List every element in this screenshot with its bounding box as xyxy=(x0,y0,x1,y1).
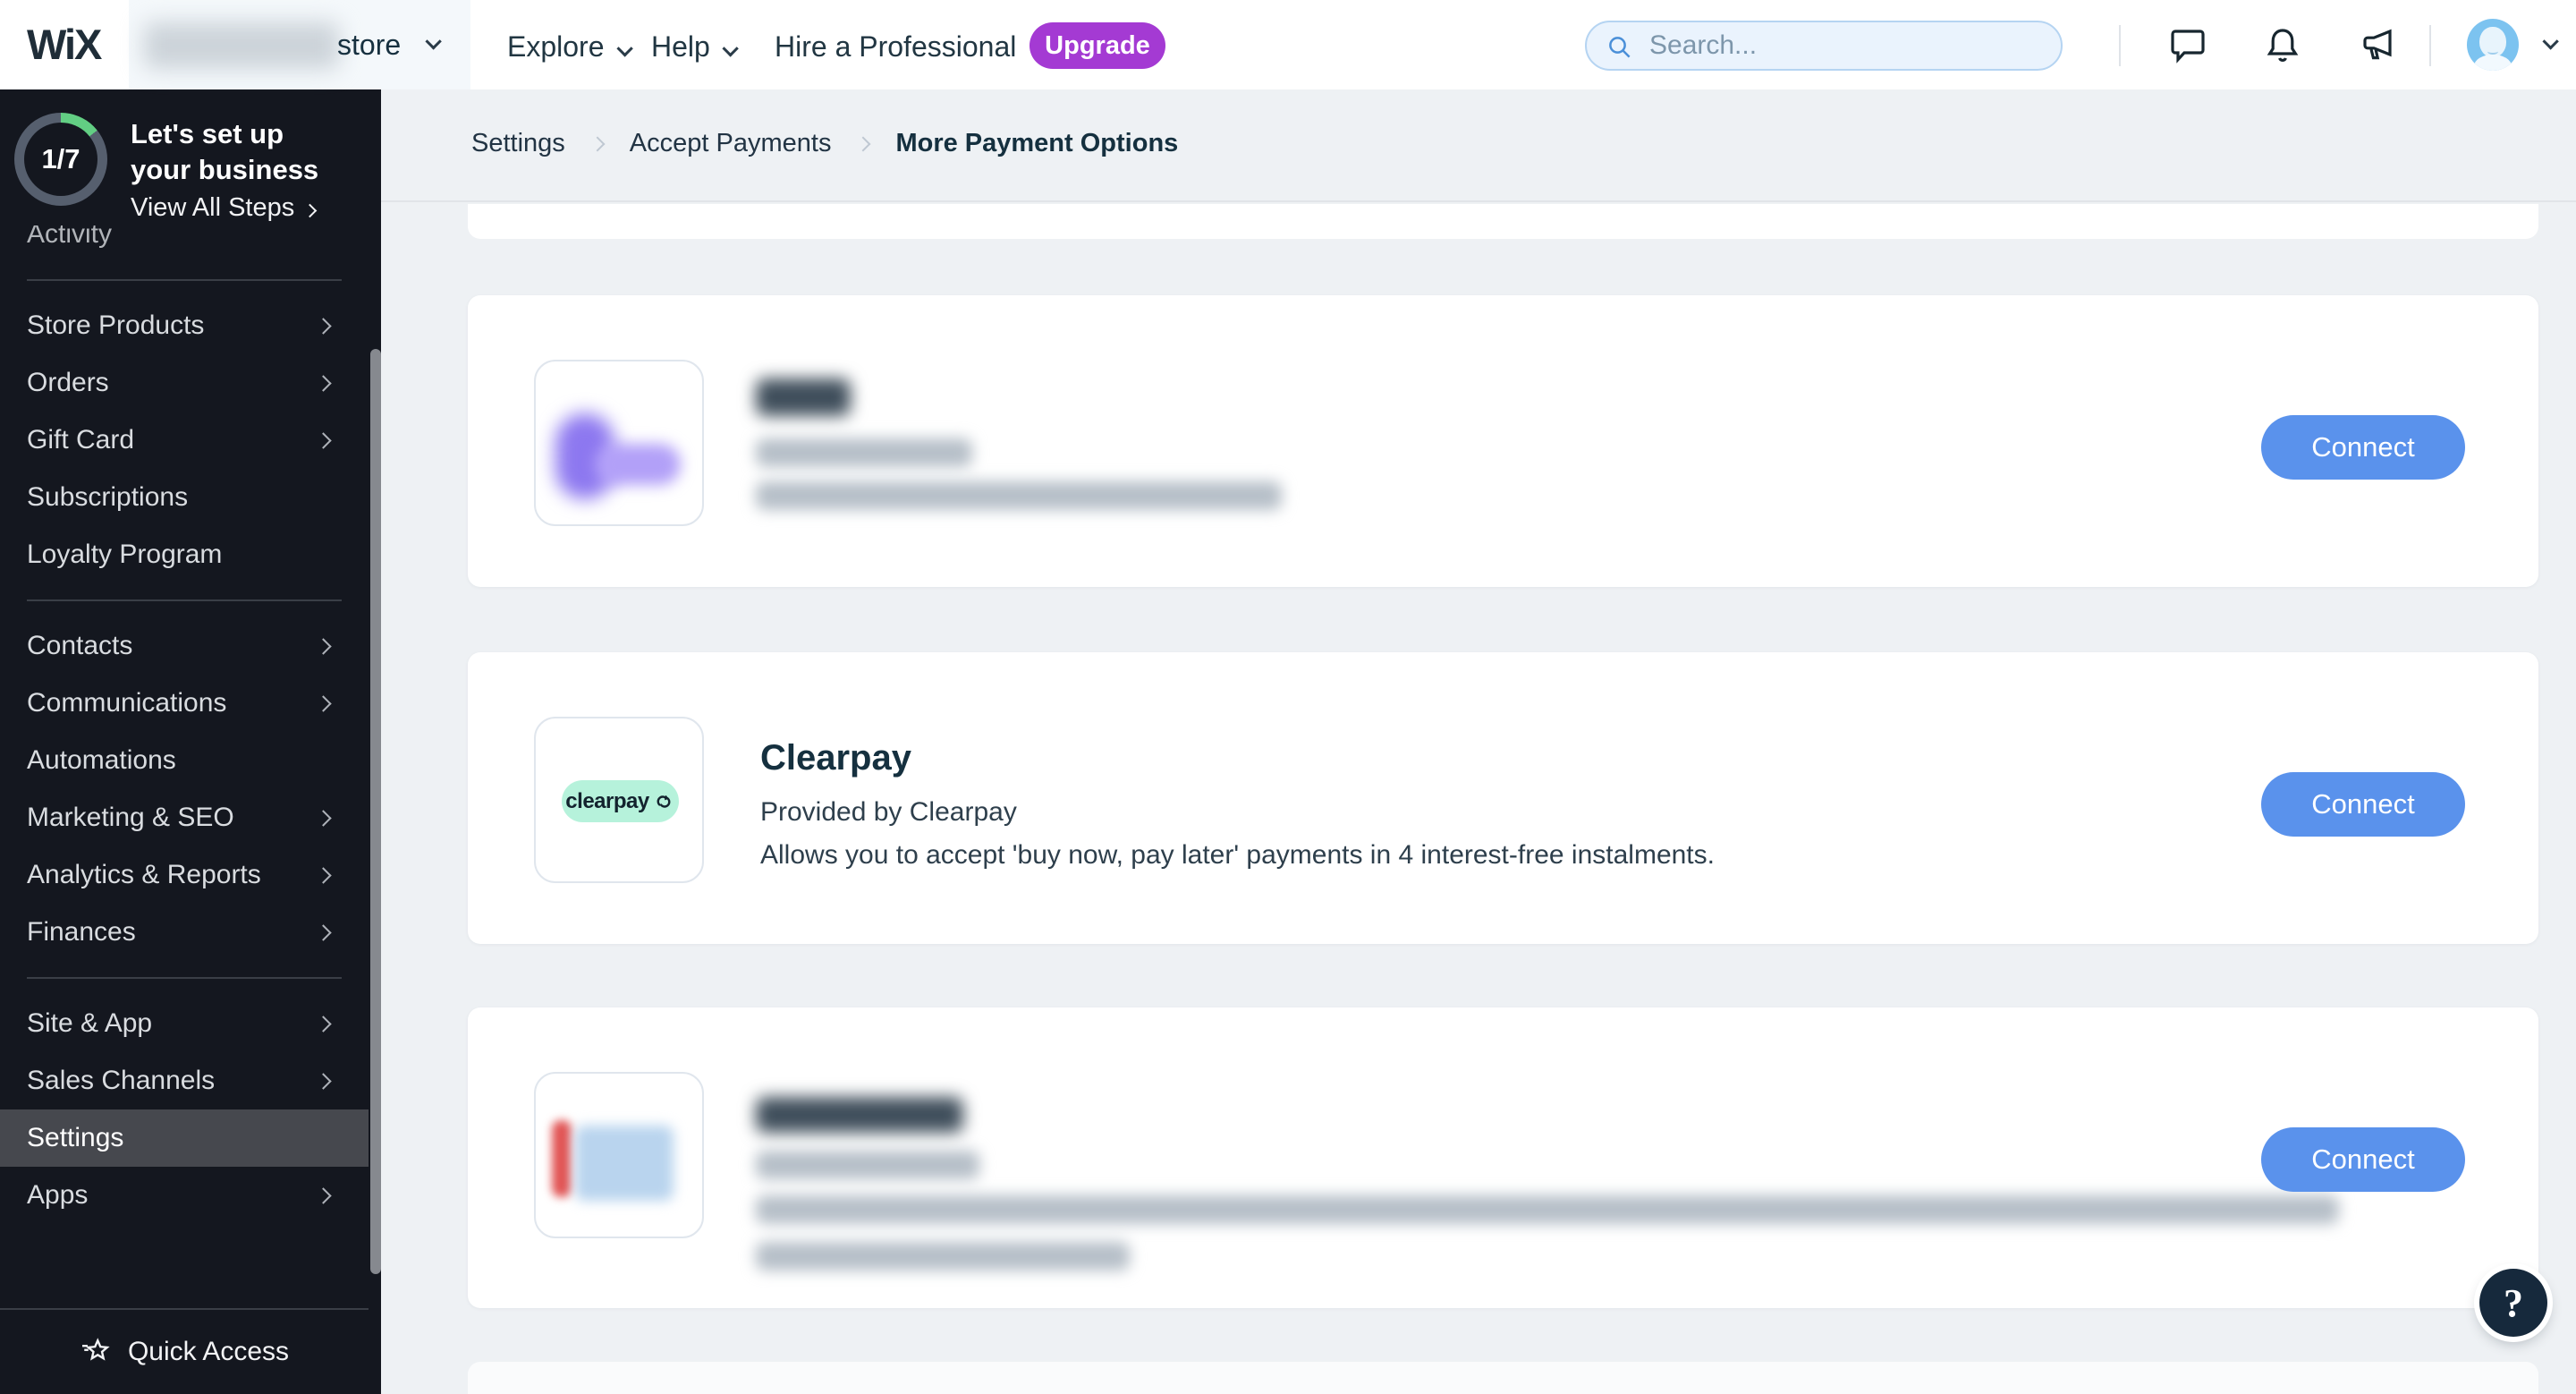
sidebar-item-automations[interactable]: Automations xyxy=(0,732,369,789)
help-button[interactable]: ? xyxy=(2479,1269,2547,1337)
redacted-logo-shape xyxy=(552,1120,572,1197)
sidebar-item-analytics-reports[interactable]: Analytics & Reports xyxy=(0,846,369,904)
chevron-down-icon xyxy=(722,40,739,57)
payment-card-partial-bottom xyxy=(468,1362,2538,1394)
sidebar-scrollbar[interactable] xyxy=(370,349,381,1274)
chevron-right-icon xyxy=(315,1016,332,1033)
sidebar-item-contacts[interactable]: Contacts xyxy=(0,617,369,675)
chevron-right-icon xyxy=(589,136,606,151)
sidebar-item-gift-card[interactable]: Gift Card xyxy=(0,412,369,469)
account-chevron-down-icon[interactable] xyxy=(2542,33,2559,50)
chevron-right-icon xyxy=(302,203,318,218)
divider xyxy=(2119,25,2121,66)
payment-provided-by: Provided by Clearpay xyxy=(760,797,1017,827)
clearpay-logo-pill: clearpay xyxy=(562,780,679,822)
divider xyxy=(27,977,342,979)
redacted-description xyxy=(756,481,1282,510)
connect-button[interactable]: Connect xyxy=(2261,415,2465,480)
payment-option-card: Connect xyxy=(468,1007,2538,1308)
quick-access-label: Quick Access xyxy=(127,1337,290,1366)
connect-button[interactable]: Connect xyxy=(2261,1127,2465,1192)
chevron-right-icon xyxy=(315,695,332,712)
chat-icon[interactable] xyxy=(2166,23,2209,66)
setup-progress-ring: 1/7 xyxy=(14,113,107,206)
breadcrumb-accept-payments[interactable]: Accept Payments xyxy=(630,129,832,158)
sidebar-item-sales-channels[interactable]: Sales Channels xyxy=(0,1052,369,1109)
redacted-site-name xyxy=(144,22,339,69)
chevron-right-icon xyxy=(855,136,871,151)
upgrade-button[interactable]: Upgrade xyxy=(1030,22,1165,69)
payment-option-card: Connect xyxy=(468,295,2538,587)
redacted-title xyxy=(756,378,851,416)
setup-title: Let's set up your business xyxy=(131,118,319,185)
redacted-logo-shape xyxy=(575,1126,674,1201)
chevron-right-icon xyxy=(315,1187,332,1204)
redacted-provided-by xyxy=(756,1151,979,1179)
help-menu[interactable]: Help xyxy=(651,30,739,64)
sidebar-item-settings[interactable]: Settings xyxy=(0,1109,369,1167)
chevron-down-icon xyxy=(615,40,633,57)
setup-progress-value: 1/7 xyxy=(24,123,97,196)
search-input[interactable] xyxy=(1649,28,2043,64)
account-avatar[interactable] xyxy=(2467,19,2519,71)
redacted-logo-shape xyxy=(595,444,681,485)
chevron-right-icon xyxy=(315,318,332,335)
sidebar-item-site-app[interactable]: Site & App xyxy=(0,995,369,1052)
sidebar-item-apps[interactable]: Apps xyxy=(0,1167,369,1224)
payment-title: Clearpay xyxy=(760,738,911,778)
redacted-description-line1 xyxy=(756,1195,2339,1224)
chevron-right-icon xyxy=(315,1073,332,1090)
main-content: Settings Accept Payments More Payment Op… xyxy=(381,89,2576,1394)
payment-provider-logo xyxy=(534,1072,704,1238)
divider xyxy=(27,599,342,601)
sidebar-item-orders[interactable]: Orders xyxy=(0,354,369,412)
connect-button[interactable]: Connect xyxy=(2261,772,2465,837)
search-box xyxy=(1585,21,2063,71)
announcements-megaphone-icon[interactable] xyxy=(2356,23,2399,66)
breadcrumb-settings[interactable]: Settings xyxy=(471,129,565,158)
breadcrumb-bar: Settings Accept Payments More Payment Op… xyxy=(381,89,2576,202)
payment-card-partial-top xyxy=(468,204,2538,239)
breadcrumb: Settings Accept Payments More Payment Op… xyxy=(471,129,1178,158)
sidebar-item-marketing-seo[interactable]: Marketing & SEO xyxy=(0,789,369,846)
chevron-right-icon xyxy=(315,432,332,449)
search-icon xyxy=(1609,37,1631,58)
payment-provider-logo xyxy=(534,360,704,526)
breadcrumb-current-page: More Payment Options xyxy=(895,129,1179,157)
payment-description: Allows you to accept 'buy now, pay later… xyxy=(760,840,1715,870)
chevron-right-icon xyxy=(315,924,332,941)
chevron-down-icon xyxy=(425,33,442,50)
view-all-steps-link[interactable]: View All Steps xyxy=(131,193,318,223)
clearpay-loop-icon xyxy=(657,795,671,808)
site-selector-label: store xyxy=(337,29,402,61)
quick-access-button[interactable]: Quick Access xyxy=(0,1308,369,1394)
setup-widget: 1/7 Let's set up your business View All … xyxy=(0,89,369,225)
payment-option-card-clearpay: clearpay Clearpay Provided by Clearpay A… xyxy=(468,652,2538,944)
divider xyxy=(27,279,342,281)
wix-logo[interactable]: WiX xyxy=(27,20,102,69)
redacted-description-line2 xyxy=(756,1242,1130,1271)
redacted-title xyxy=(756,1097,963,1133)
quick-access-star-icon xyxy=(81,1338,110,1361)
chevron-right-icon xyxy=(315,375,332,392)
chevron-right-icon xyxy=(315,638,332,655)
top-bar: WiX store Explore Help Hire a Profession… xyxy=(0,0,2576,89)
chevron-right-icon xyxy=(315,867,332,884)
redacted-provided-by xyxy=(756,438,972,467)
sidebar-nav: Activity Store Products Orders Gift Card… xyxy=(0,225,369,1299)
notifications-bell-icon[interactable] xyxy=(2261,23,2304,66)
sidebar-item-store-products[interactable]: Store Products xyxy=(0,297,369,354)
sidebar-item-loyalty-program[interactable]: Loyalty Program xyxy=(0,526,369,583)
sidebar-item-finances[interactable]: Finances xyxy=(0,904,369,961)
site-selector[interactable]: store xyxy=(129,0,470,89)
sidebar-item-activity[interactable]: Activity xyxy=(0,225,369,263)
clearpay-logo: clearpay xyxy=(534,717,704,883)
divider xyxy=(2429,25,2431,66)
chevron-right-icon xyxy=(315,810,332,827)
sidebar-item-subscriptions[interactable]: Subscriptions xyxy=(0,469,369,526)
sidebar-item-communications[interactable]: Communications xyxy=(0,675,369,732)
hire-professional-link[interactable]: Hire a Professional xyxy=(775,30,1016,64)
explore-menu[interactable]: Explore xyxy=(507,30,633,64)
sidebar: 1/7 Let's set up your business View All … xyxy=(0,89,381,1394)
